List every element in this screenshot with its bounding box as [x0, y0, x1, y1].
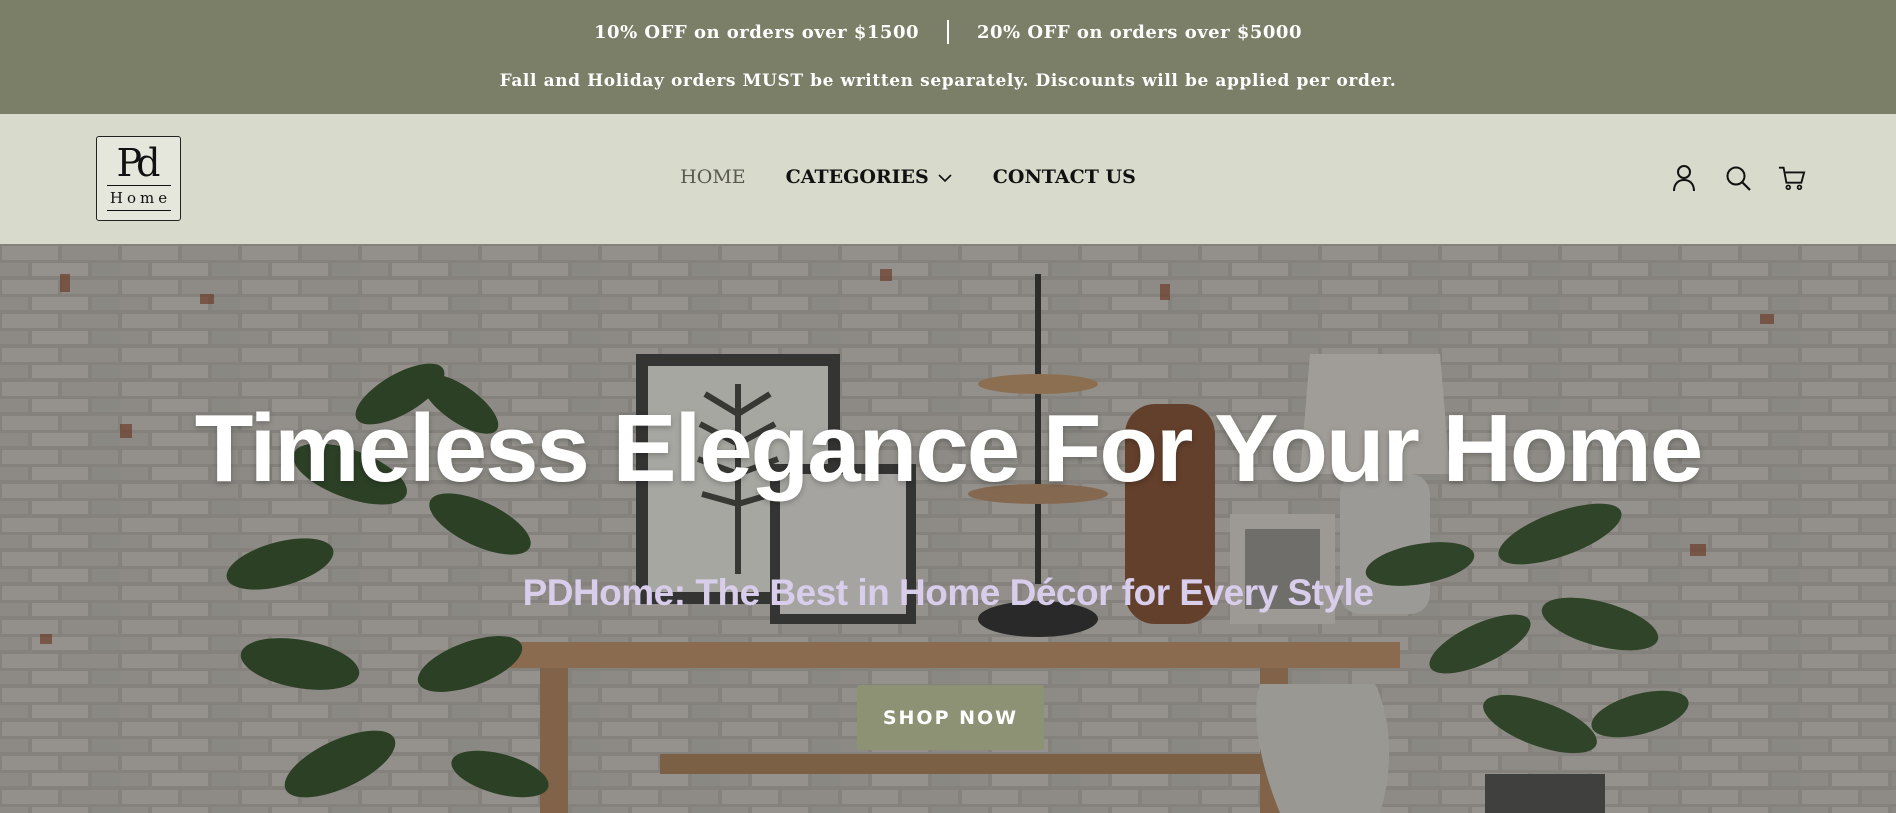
cart-icon[interactable]	[1778, 164, 1806, 192]
nav-item-home[interactable]: HOME	[680, 166, 745, 188]
shop-now-button[interactable]: SHOP NOW	[857, 685, 1044, 750]
account-icon[interactable]	[1670, 164, 1698, 192]
hero-banner: Timeless Elegance For Your Home PDHome: …	[0, 244, 1896, 813]
order-notice: Fall and Holiday orders MUST be written …	[499, 71, 1397, 91]
nav-item-label: CATEGORIES	[785, 166, 929, 188]
nav-item-label: CONTACT US	[992, 166, 1136, 188]
search-icon[interactable]	[1724, 164, 1752, 192]
nav-item-label: HOME	[680, 166, 746, 188]
site-header: Pd Home HOME CATEGORIES CONTACT US	[0, 114, 1896, 244]
header-actions	[1670, 164, 1806, 192]
promo-offer-1: 10% OFF on orders over $1500	[594, 21, 919, 43]
logo-wordmark: Home	[109, 189, 172, 207]
chevron-down-icon	[937, 166, 953, 188]
announcement-bar: 10% OFF on orders over $1500 20% OFF on …	[0, 0, 1896, 114]
promo-offer-2: 20% OFF on orders over $5000	[977, 21, 1302, 43]
promo-divider	[947, 20, 949, 44]
promo-offers: 10% OFF on orders over $1500 20% OFF on …	[0, 20, 1896, 44]
nav-item-contact-us[interactable]: CONTACT US	[993, 166, 1136, 188]
hero-subtitle: PDHome: The Best in Home Décor for Every…	[522, 572, 1374, 613]
main-nav: HOME CATEGORIES CONTACT US	[0, 166, 1896, 188]
hero-title: Timeless Elegance For Your Home	[194, 395, 1704, 502]
logo-rule-bottom	[106, 210, 171, 211]
nav-item-categories[interactable]: CATEGORIES	[786, 166, 953, 188]
